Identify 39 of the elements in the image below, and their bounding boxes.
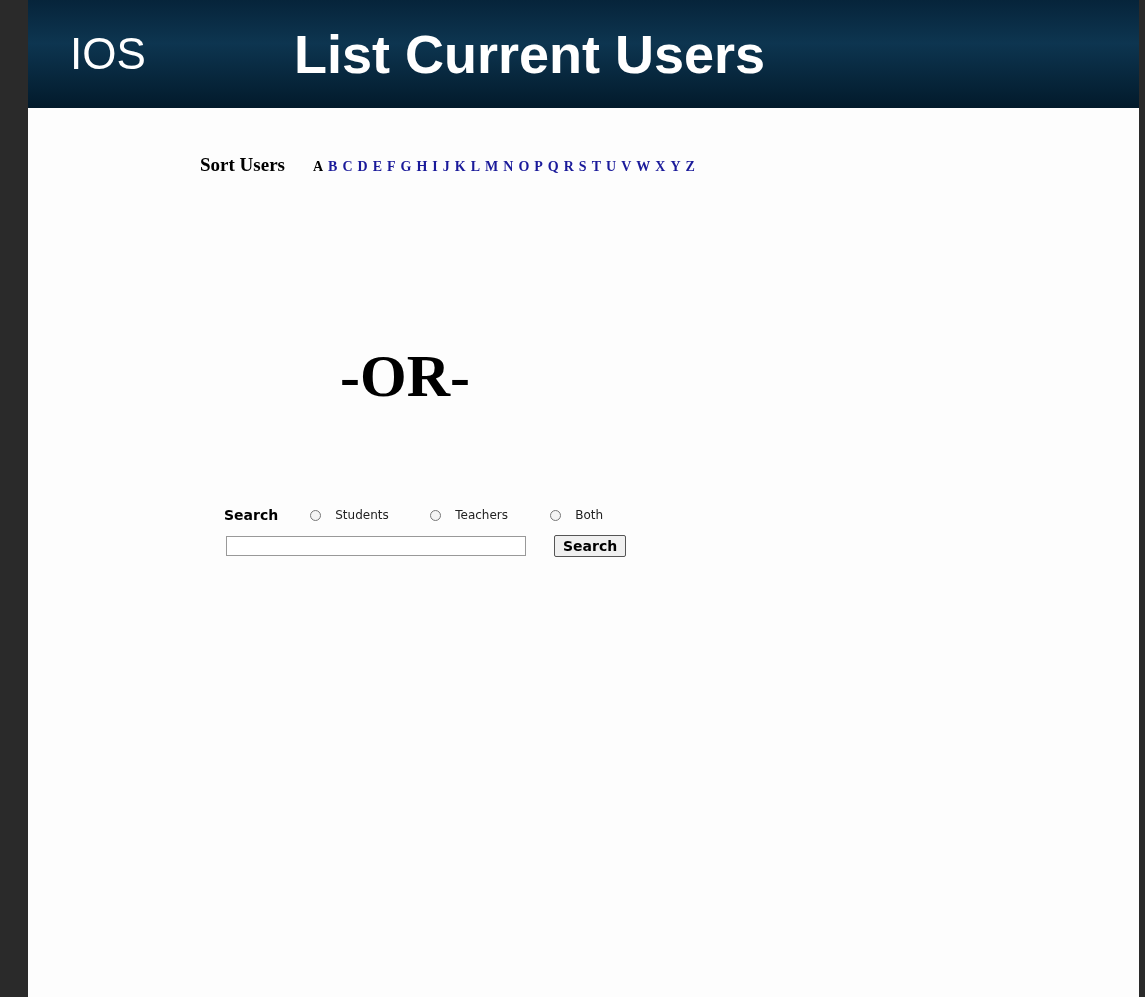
letter-link[interactable]: J	[442, 159, 450, 175]
radio-label: Students	[335, 508, 389, 522]
letter-link[interactable]: Y	[670, 159, 681, 175]
letter-link[interactable]: T	[591, 159, 601, 175]
current-letter: A	[312, 159, 324, 175]
letter-link[interactable]: E	[372, 159, 382, 175]
letter-link[interactable]: W	[636, 159, 651, 175]
radio-button[interactable]	[430, 509, 442, 521]
sort-label: Sort Users	[200, 154, 285, 176]
letter-link[interactable]: C	[342, 159, 353, 175]
letter-link[interactable]: H	[416, 159, 428, 175]
letter-link[interactable]: B	[328, 159, 338, 175]
letter-link[interactable]: F	[387, 159, 396, 175]
letter-link[interactable]: K	[454, 159, 466, 175]
or-divider-text: -OR-	[340, 342, 471, 411]
radio-label: Teachers	[455, 508, 508, 522]
letter-link[interactable]: G	[400, 159, 412, 175]
page-title: List Current Users	[294, 23, 766, 85]
letter-link[interactable]: L	[470, 159, 481, 175]
letter-link[interactable]: S	[578, 159, 587, 175]
letter-link[interactable]: Q	[547, 159, 559, 175]
letter-link[interactable]: U	[606, 159, 617, 175]
letter-link[interactable]: R	[563, 159, 574, 175]
letter-link[interactable]: Z	[685, 159, 695, 175]
letter-link[interactable]: V	[621, 159, 632, 175]
search-label: Search	[224, 507, 279, 523]
letter-link[interactable]: X	[655, 159, 666, 175]
radio-button[interactable]	[550, 509, 562, 521]
letter-link[interactable]: D	[357, 159, 368, 175]
letter-link[interactable]: N	[503, 159, 514, 175]
radio-label: Both	[575, 508, 604, 522]
letter-link[interactable]: M	[485, 159, 499, 175]
search-button[interactable]: Search	[554, 535, 627, 557]
search-field[interactable]	[226, 536, 526, 556]
letter-link[interactable]: O	[518, 159, 530, 175]
radio-button[interactable]	[310, 509, 322, 521]
logo-text: IOS	[70, 29, 147, 79]
letter-link[interactable]: P	[534, 159, 543, 175]
letter-link[interactable]: I	[432, 159, 438, 175]
